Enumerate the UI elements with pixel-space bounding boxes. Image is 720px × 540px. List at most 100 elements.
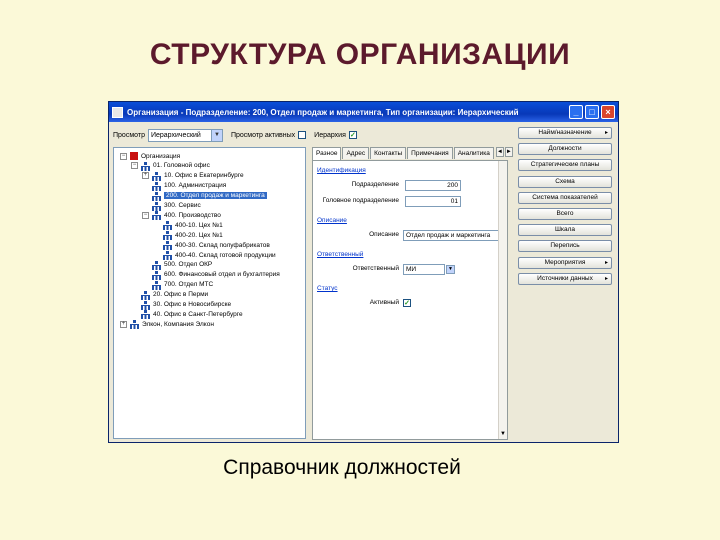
- action-button[interactable]: Найм/назначение ▸: [518, 127, 612, 139]
- org-chart-icon: [163, 241, 172, 251]
- expand-icon[interactable]: +: [142, 172, 149, 180]
- responsible-field[interactable]: МИ: [403, 264, 445, 275]
- collapse-icon[interactable]: −: [120, 152, 127, 160]
- org-chart-icon: [141, 300, 150, 310]
- tab[interactable]: Примечания: [407, 147, 453, 159]
- submenu-arrow-icon: ▸: [604, 259, 608, 266]
- scroll-down-icon[interactable]: ▼: [499, 430, 507, 439]
- slide-caption: Справочник должностей: [223, 456, 461, 479]
- tree-node-label: 20. Офис в Перми: [153, 291, 209, 299]
- tree-node[interactable]: 400-10. Цех №1: [153, 220, 223, 231]
- tab[interactable]: Аналитика: [453, 147, 494, 159]
- tree-node[interactable]: 600. Финансовый отдел и бухгалтерия: [142, 270, 280, 280]
- org-chart-icon: [152, 280, 161, 290]
- tree-node[interactable]: − 400. Производство: [142, 210, 221, 221]
- tree-node-label: 400-10. Цех №1: [175, 221, 223, 229]
- tree-node-label: 400-30. Склад полуфабрикатов: [175, 241, 270, 249]
- tree-node[interactable]: 500. Отдел ОКР: [142, 260, 212, 270]
- close-button[interactable]: ×: [601, 105, 615, 119]
- org-chart-icon: [163, 221, 172, 231]
- action-button-label: Перепись: [550, 242, 580, 250]
- tree-node[interactable]: − 01. Головной офис: [131, 161, 210, 171]
- action-button-label: Система показателей: [532, 193, 598, 201]
- tree-node-label: 500. Отдел ОКР: [164, 261, 213, 269]
- org-chart-icon: [141, 290, 150, 300]
- action-button[interactable]: Перепись: [518, 240, 612, 253]
- tree-node[interactable]: 40. Офис в Санкт-Петербурге: [131, 309, 243, 320]
- action-button[interactable]: Должности: [518, 143, 612, 156]
- org-chart-icon: [163, 231, 172, 241]
- organization-window: Организация - Подразделение: 200, Отдел …: [108, 101, 619, 443]
- tree-node[interactable]: 400-40. Склад готовой продукции: [153, 250, 276, 260]
- expand-icon[interactable]: +: [120, 320, 127, 328]
- section-status: Статус: [317, 285, 338, 292]
- org-chart-icon: [152, 181, 161, 191]
- description-field[interactable]: Отдел продаж и маркетинга: [403, 230, 499, 241]
- tree-node-label: Организация: [141, 152, 181, 160]
- active-checkbox[interactable]: ✓: [403, 299, 411, 307]
- section-identification: Идентификация: [317, 167, 366, 174]
- tree-node-label: 400. Производство: [164, 211, 221, 219]
- hierarchy-checkbox[interactable]: ✓: [348, 131, 357, 139]
- tree-node[interactable]: 400-30. Склад полуфабрикатов: [153, 240, 270, 251]
- toolbar: Просмотр Иерархический ▼ Просмотр активн…: [113, 127, 365, 143]
- action-button[interactable]: Источники данных ▸: [518, 272, 612, 285]
- action-button[interactable]: Стратегические планы: [518, 159, 612, 172]
- org-chart-icon: [152, 260, 161, 270]
- details-scrollbar[interactable]: ▼: [498, 161, 507, 439]
- collapse-icon[interactable]: −: [131, 162, 138, 170]
- action-button-label: Всего: [556, 210, 574, 217]
- app-icon: [112, 106, 123, 118]
- view-active-checkbox[interactable]: [298, 131, 307, 139]
- tab[interactable]: Адрес: [342, 147, 370, 159]
- org-chart-icon: [130, 320, 139, 330]
- view-select-value: Иерархический: [150, 131, 201, 139]
- org-chart-icon: [152, 211, 161, 221]
- tree-node[interactable]: 100. Администрация: [142, 181, 226, 191]
- view-active-label: Просмотр активных: [230, 131, 296, 139]
- active-label: Активный: [369, 299, 399, 306]
- slide-title: СТРУКТУРА ОРГАНИЗАЦИИ: [149, 38, 571, 71]
- tree-node[interactable]: 20. Офис в Перми: [131, 290, 208, 300]
- tab[interactable]: Контакты: [370, 147, 407, 159]
- action-button[interactable]: Система показателей: [518, 191, 612, 204]
- tree-node[interactable]: − Организация: [120, 151, 180, 161]
- action-button[interactable]: Всего: [518, 208, 612, 220]
- tree-node[interactable]: + Элкон, Компания Элкон: [120, 319, 214, 330]
- window-titlebar[interactable]: Организация - Подразделение: 200, Отдел …: [109, 102, 618, 122]
- organization-tree[interactable]: − Организация −01. Головной офис +10. Офис …: [113, 147, 306, 439]
- tab-scroll-left-icon[interactable]: ◄: [495, 147, 504, 157]
- chevron-down-icon[interactable]: ▼: [210, 129, 222, 141]
- action-button[interactable]: Мероприятия ▸: [518, 256, 612, 269]
- tab-scroll-right-icon[interactable]: ►: [504, 147, 513, 157]
- subdivision-field[interactable]: 200: [405, 180, 461, 191]
- action-button[interactable]: Шкала: [518, 224, 612, 237]
- head-subdivision-field[interactable]: 01: [405, 196, 461, 207]
- tree-node[interactable]: 300. Сервис: [142, 201, 201, 211]
- tab[interactable]: Разное: [312, 147, 342, 161]
- action-button-label: Шкала: [555, 226, 575, 234]
- tree-node-label: 600. Финансовый отдел и бухгалтерия: [164, 271, 280, 279]
- window-title: Организация - Подразделение: 200, Отдел …: [127, 107, 519, 117]
- maximize-button[interactable]: □: [585, 105, 599, 119]
- view-label: Просмотр: [113, 131, 145, 139]
- action-button[interactable]: Схема: [518, 175, 612, 188]
- minimize-button[interactable]: _: [569, 105, 583, 119]
- details-tabs: Разное Адрес Контакты Примечания Аналитика ◄ ►: [312, 147, 513, 161]
- action-button-label: Мероприятия: [544, 258, 586, 266]
- tree-node-label: 100. Администрация: [164, 182, 227, 190]
- org-chart-icon: [152, 201, 161, 211]
- tree-node[interactable]: +10. Офис в Екатеринбурге: [142, 171, 244, 181]
- section-description: Описание: [317, 217, 347, 224]
- org-chart-icon: [152, 191, 161, 201]
- tree-node[interactable]: 30. Офис в Новосибирске: [131, 300, 231, 310]
- tree-node-label: 400-20. Цех №1: [175, 231, 223, 239]
- responsible-picker-icon[interactable]: ▼: [446, 265, 455, 274]
- tree-node[interactable]: 400-20. Цех №1: [153, 230, 223, 241]
- description-label: Описание: [369, 231, 399, 238]
- view-select[interactable]: Иерархический ▼: [147, 128, 223, 142]
- action-button-label: Стратегические планы: [530, 161, 600, 169]
- collapse-icon[interactable]: −: [142, 211, 149, 219]
- tree-node[interactable]: 700. Отдел МТС: [142, 280, 213, 290]
- tree-node[interactable]: 200. Отдел продаж и маркетинга: [142, 191, 267, 201]
